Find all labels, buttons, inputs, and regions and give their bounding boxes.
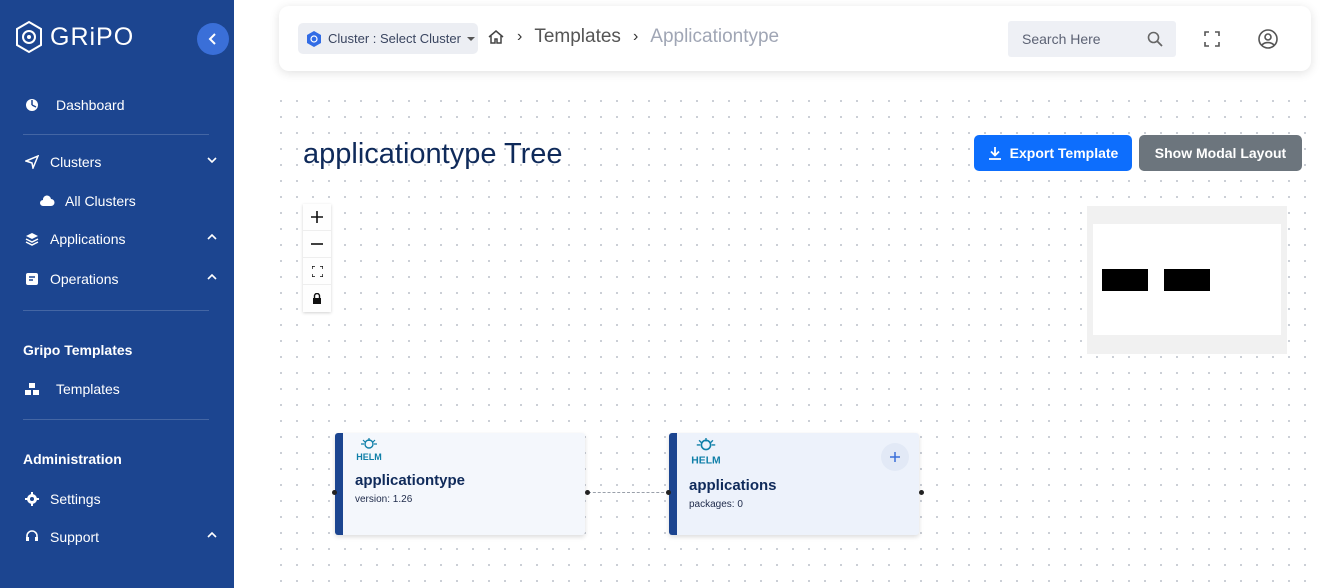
send-icon bbox=[23, 153, 41, 171]
divider bbox=[23, 419, 209, 420]
chevron-up-icon bbox=[207, 273, 217, 280]
plus-icon bbox=[890, 452, 900, 462]
node-handle-source[interactable] bbox=[919, 490, 924, 495]
minimap-node bbox=[1102, 269, 1148, 291]
templates-icon bbox=[23, 380, 41, 398]
chevron-up-icon bbox=[207, 531, 217, 538]
node-subtitle: version: 1.26 bbox=[355, 494, 413, 505]
caret-down-icon bbox=[466, 36, 475, 41]
sidebar: GRiPO Dashboard Clusters All Clusters Ap… bbox=[0, 0, 234, 588]
section-gripo-templates: Gripo Templates bbox=[23, 342, 133, 358]
sidebar-item-label: Settings bbox=[50, 491, 101, 507]
sidebar-collapse-button[interactable] bbox=[197, 23, 229, 55]
fullscreen-icon bbox=[1204, 31, 1220, 47]
brand[interactable]: GRiPO bbox=[14, 20, 134, 54]
kubernetes-icon bbox=[307, 30, 321, 47]
sidebar-item-label: Support bbox=[50, 529, 100, 545]
download-icon bbox=[988, 147, 1001, 160]
sidebar-item-label: Clusters bbox=[50, 154, 102, 170]
node-title: applicationtype bbox=[355, 472, 466, 489]
section-administration: Administration bbox=[23, 451, 122, 467]
minimap-viewport bbox=[1093, 224, 1281, 335]
sidebar-item-label: Operations bbox=[50, 271, 119, 287]
breadcrumb-templates[interactable]: Templates bbox=[534, 26, 621, 48]
breadcrumb-current: Applicationtype bbox=[650, 26, 780, 47]
breadcrumb: › Templates › Applicationtype bbox=[487, 26, 779, 48]
helm-icon: HELM bbox=[356, 438, 382, 462]
plus-icon bbox=[311, 211, 323, 223]
page-title: applicationtype Tree bbox=[303, 138, 563, 170]
brand-name: GRiPO bbox=[50, 22, 135, 51]
helm-icon: HELM bbox=[691, 438, 721, 466]
export-template-label: Export Template bbox=[1009, 145, 1119, 161]
fit-view-button[interactable] bbox=[303, 258, 331, 285]
cluster-select-label: Cluster : Select Cluster bbox=[328, 31, 461, 46]
search-placeholder: Search Here bbox=[1022, 31, 1101, 47]
tree-node-applications[interactable]: HELM applications packages: 0 bbox=[669, 433, 919, 535]
sidebar-item-label: Templates bbox=[56, 381, 120, 397]
sidebar-item-operations[interactable]: Operations bbox=[23, 268, 218, 290]
user-circle-icon bbox=[1258, 29, 1278, 49]
user-menu-button[interactable] bbox=[1256, 27, 1280, 51]
search-icon bbox=[1147, 31, 1163, 47]
zoom-in-button[interactable] bbox=[303, 204, 331, 231]
sidebar-item-clusters[interactable]: Clusters bbox=[23, 151, 218, 173]
search-input[interactable]: Search Here bbox=[1008, 21, 1176, 57]
flow-controls bbox=[303, 204, 331, 312]
tree-node-applicationtype[interactable]: HELM applicationtype version: 1.26 bbox=[335, 433, 585, 535]
sidebar-item-support[interactable]: Support bbox=[23, 526, 218, 548]
edge-connector bbox=[588, 492, 669, 493]
divider bbox=[23, 134, 209, 135]
node-subtitle: packages: 0 bbox=[689, 499, 743, 510]
sidebar-item-all-clusters[interactable]: All Clusters bbox=[38, 190, 198, 212]
chevron-up-icon bbox=[207, 233, 217, 240]
zoom-out-button[interactable] bbox=[303, 231, 331, 258]
show-modal-layout-button[interactable]: Show Modal Layout bbox=[1139, 135, 1302, 171]
add-child-button[interactable] bbox=[881, 443, 909, 471]
dashboard-icon bbox=[23, 96, 41, 114]
node-title: applications bbox=[689, 477, 777, 494]
home-icon[interactable] bbox=[487, 28, 505, 46]
export-template-button[interactable]: Export Template bbox=[974, 135, 1132, 171]
helm-badge: HELM bbox=[691, 455, 720, 466]
topbar: Cluster : Select Cluster › Templates › A… bbox=[279, 6, 1311, 71]
gear-icon bbox=[23, 490, 41, 508]
node-handle-target[interactable] bbox=[666, 490, 671, 495]
gripo-logo-icon bbox=[16, 20, 42, 54]
sidebar-item-applications[interactable]: Applications bbox=[23, 228, 218, 250]
chevron-left-icon bbox=[208, 33, 216, 45]
sidebar-item-settings[interactable]: Settings bbox=[23, 488, 218, 510]
sidebar-item-label: Dashboard bbox=[56, 97, 125, 113]
layers-icon bbox=[23, 230, 41, 248]
operations-icon bbox=[23, 270, 41, 288]
minus-icon bbox=[311, 243, 323, 245]
chevron-right-icon: › bbox=[517, 28, 523, 45]
node-handle-source[interactable] bbox=[585, 490, 590, 495]
fit-view-icon bbox=[311, 265, 323, 277]
sidebar-item-dashboard[interactable]: Dashboard bbox=[23, 94, 218, 116]
fullscreen-button[interactable] bbox=[1200, 27, 1224, 51]
lock-button[interactable] bbox=[303, 285, 331, 312]
sidebar-item-label: All Clusters bbox=[65, 193, 136, 209]
minimap[interactable] bbox=[1087, 206, 1287, 354]
helm-badge: HELM bbox=[356, 452, 382, 462]
divider bbox=[23, 310, 209, 311]
chevron-down-icon bbox=[207, 157, 217, 164]
minimap-node bbox=[1164, 269, 1210, 291]
sidebar-item-label: Applications bbox=[50, 231, 126, 247]
cloud-icon bbox=[38, 192, 56, 210]
sidebar-item-templates[interactable]: Templates bbox=[23, 378, 218, 400]
cluster-select[interactable]: Cluster : Select Cluster bbox=[298, 23, 478, 54]
headset-icon bbox=[23, 528, 41, 546]
node-handle-target[interactable] bbox=[332, 490, 337, 495]
chevron-right-icon: › bbox=[632, 28, 639, 45]
lock-icon bbox=[313, 293, 321, 304]
